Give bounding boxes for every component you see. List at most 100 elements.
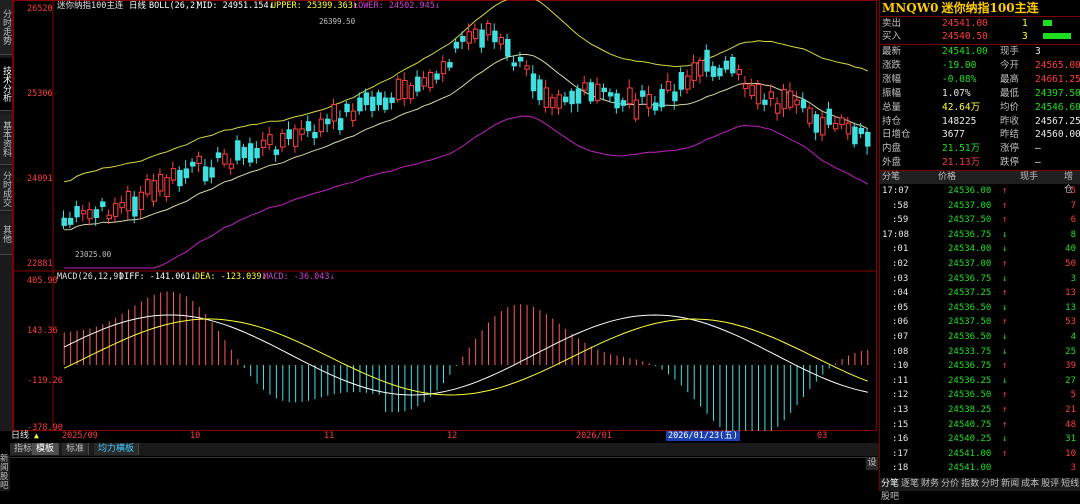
tick-volume: 5 [1070,186,1076,196]
tick-row[interactable]: :07 24536.50 ↓ 4 [880,331,1080,345]
price-chart-svg[interactable]: 迷你纳指100主连 日线 BOLL(26,2) MID: 24951.154↓ … [13,0,877,442]
news-forum-vertical-tab[interactable]: 新闻 股吧 [0,455,10,491]
tick-row[interactable]: :17 24541.00 ↑ 10 [880,448,1080,462]
stat-label: 最新 [882,46,902,57]
tick-price: 24534.00 [948,244,992,255]
right-bottom-tab-8[interactable]: 股评 [1040,479,1060,489]
candle-body [434,73,440,80]
tab-template[interactable]: 模板 [32,443,60,455]
tick-time: :07 [892,332,909,342]
right-bottom-tab-0[interactable]: 分笔 [880,479,900,489]
tick-volume: 27 [1065,375,1076,386]
candle-body [453,41,460,49]
tick-volume: 10 [1065,448,1076,459]
y-label-macd-low: -119.26 [27,376,63,386]
stat-label: 振幅 [882,87,902,99]
candle-body [517,56,524,62]
candle-body [845,122,852,135]
tick-row[interactable]: :16 24540.25 ↓ 31 [880,433,1080,447]
candle-body [665,81,672,91]
stat-label: 涨停 [1000,143,1020,155]
left-tab-1[interactable]: 技术分析 [0,58,12,111]
right-bottom-tab-5[interactable]: 分时 [980,479,1000,489]
tick-price: 24540.25 [948,434,992,445]
candle-body [235,140,241,161]
candle-body [100,201,106,207]
left-tab-4[interactable]: 其他 [0,214,12,255]
tick-price: 24536.50 [948,390,992,401]
tick-price: 24537.25 [948,288,992,299]
right-bottom-tab-3[interactable]: 分价 [940,479,960,489]
candle-body [691,62,697,81]
tick-volume: 31 [1065,434,1076,445]
right-bottom-tab-2[interactable]: 财务 [920,479,940,489]
macd-dea-line [63,318,868,396]
left-tab-2[interactable]: 基本资料 [0,114,12,165]
tick-row[interactable]: :12 24536.50 ↑ 5 [880,389,1080,403]
candle-body [164,177,170,198]
candle-body [813,114,820,133]
tick-row[interactable]: :11 24536.25 ↓ 27 [880,375,1080,389]
tick-time: :03 [892,273,909,284]
period-label[interactable]: 日线 [11,431,29,441]
settings-button[interactable]: 设 [866,457,878,470]
macd-dea-value: DEA: -123.039↓ [195,272,267,282]
tick-row[interactable]: :02 24537.00 ↑ 50 [880,258,1080,272]
tick-row[interactable]: :05 24536.50 ↓ 13 [880,302,1080,316]
right-bottom-tab-7[interactable]: 成本 [1020,479,1040,489]
tick-direction-icon: ↓ [1002,346,1008,357]
right-bottom-tab-1[interactable]: 逐笔 [900,479,920,489]
candle-body [395,78,402,101]
stat-label: 均价 [1000,101,1020,113]
candle-body [704,49,710,72]
candle-body [717,67,723,77]
left-tab-strip: 分时走势技术分析基本资料分时成交其他 [0,0,13,440]
tick-row[interactable]: :10 24536.75 ↑ 39 [880,360,1080,374]
tick-row[interactable]: 17:08 24536.75 ↓ 8 [880,229,1080,243]
candle-body [710,66,717,77]
right-bottom-tabs: 分笔 逐笔 财务 分价 指数 分时 新闻 成本 股评 短线股吧 [880,478,1080,502]
tick-price: 24537.50 [948,215,992,226]
stat-label: 昨结 [1000,129,1020,141]
right-bottom-tab-10[interactable]: 股吧 [880,492,900,502]
period-arrow-icon[interactable]: ▲ [34,431,39,441]
tick-row[interactable]: :13 24538.25 ↑ 21 [880,404,1080,418]
tick-volume: 25 [1065,346,1076,357]
stat-label: 昨收 [1000,115,1020,127]
tick-row[interactable]: :08 24533.75 ↓ 25 [880,346,1080,360]
right-bottom-tab-6[interactable]: 新闻 [1000,479,1020,489]
right-bottom-tab-4[interactable]: 指数 [960,479,980,489]
candle-body [678,72,685,90]
chart-area[interactable]: 迷你纳指100主连 日线 BOLL(26,2) MID: 24951.154↓ … [13,0,877,442]
tick-price: 24540.75 [948,419,992,430]
tick-row[interactable]: :04 24537.25 ↑ 13 [880,287,1080,301]
stat-value: 24661.25 [1035,73,1080,85]
boll-lower-value: LOWER: 24502.945↓ [353,1,440,11]
tick-row[interactable]: :18 24541.00 3 [880,462,1080,476]
stat-label: 持仓 [882,115,902,127]
candle-body [601,87,607,93]
candle-body [633,99,640,120]
right-bottom-tab-9[interactable]: 短线 [1060,479,1080,489]
left-tab-0[interactable]: 分时走势 [0,0,12,55]
tick-price: 24536.50 [948,302,992,313]
tick-row[interactable]: :01 24534.00 ↓ 40 [880,243,1080,257]
tick-direction-icon: ↑ [1002,215,1008,226]
tick-time: :58 [892,200,909,211]
tick-volume: 39 [1065,361,1076,372]
tick-row[interactable]: :06 24537.50 ↑ 53 [880,316,1080,330]
candle-body [408,84,415,100]
left-tab-3[interactable]: 分时成交 [0,168,12,211]
tick-row[interactable]: 17:07 24536.00 ↑ 5 [880,185,1080,199]
tick-row[interactable]: :15 24540.75 ↑ 48 [880,419,1080,433]
candle-body [620,100,627,106]
tick-row[interactable]: :03 24536.75 ↓ 3 [880,273,1080,287]
tab-custom-board[interactable]: 均力横板 [94,443,140,455]
tab-standard[interactable]: 标准 [62,443,90,455]
contract-code: MNQW0 [882,1,939,15]
candle-body [524,65,530,70]
candle-body [318,118,325,133]
tick-row[interactable]: :58 24537.00 ↑ 7 [880,200,1080,214]
tick-row[interactable]: :59 24537.50 ↑ 6 [880,214,1080,228]
candle-body [839,117,845,126]
